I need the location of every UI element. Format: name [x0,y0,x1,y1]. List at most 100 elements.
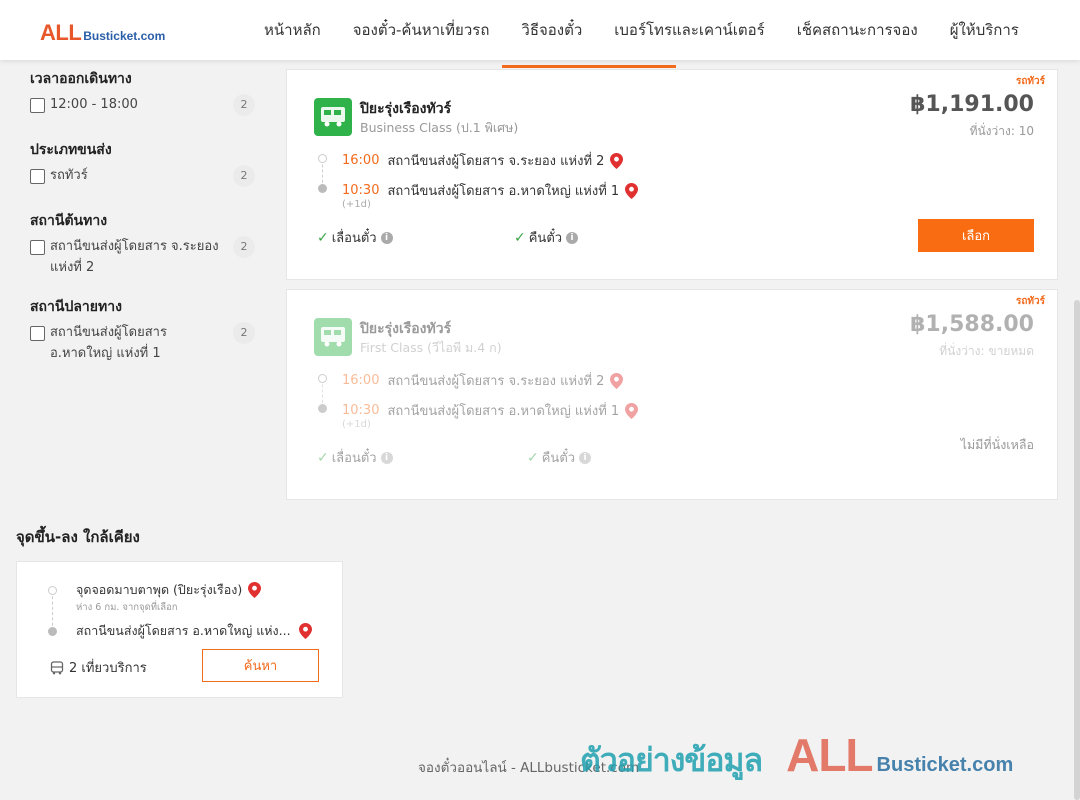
check-icon: ✓ [317,229,329,246]
site-logo[interactable]: ALL Busticket.com [40,20,165,46]
operator-logo [314,318,352,356]
footer-text: จองตั๋วออนไลน์ - ALLbusticket.com [418,760,640,776]
info-icon[interactable]: i [380,231,393,244]
filter-checkbox[interactable] [30,169,45,184]
arrival-stop: 10:30 สถานีขนส่งผู้โดยสาร อ.หาดใหญ่ แห่ง… [342,180,639,201]
logo-rest: Busticket.com [83,29,166,43]
map-pin-icon[interactable] [625,402,639,419]
transport-tag: รถทัวร์ [1015,76,1045,87]
count-badge: 2 [233,322,255,344]
filter-option-label: สถานีขนส่งผู้โดยสาร อ.หาดใหญ่ แห่งที่ 1 [50,325,167,361]
feature-label: คืนตั๋ว [541,451,576,466]
info-icon[interactable]: i [566,231,579,244]
filter-title: สถานีปลายทาง [30,299,122,315]
filter-origin-station: สถานีต้นทาง สถานีขนส่งผู้โดยสาร จ.ระยอง … [30,210,255,275]
nearby-timeline [52,591,53,631]
check-icon: ✓ [317,449,329,466]
filter-option[interactable]: สถานีขนส่งผู้โดยสาร จ.ระยอง แห่งที่ 2 2 [30,236,255,278]
filter-option-label: รถทัวร์ [50,168,88,183]
page-scrollbar[interactable] [1074,300,1080,800]
day-offset: (+1d) [342,199,371,210]
filter-checkbox[interactable] [30,326,45,341]
map-pin-icon[interactable] [248,582,262,598]
filter-title: สถานีต้นทาง [30,213,108,229]
result-card: รถทัวร์ ปิยะรุ่งเรืองทัวร์ Business Clas… [286,69,1058,280]
nearby-card: จุดจอดมาบตาพุด (ปิยะรุ่งเรือง) ห่าง 6 กม… [16,561,343,698]
feature-refund: ✓ คืนตั๋ว i [514,227,579,248]
bus-class: First Class (วีไอพี ม.4 ก) [360,340,502,355]
arrival-time: 10:30 [342,183,380,198]
nav-operators[interactable]: ผู้ให้บริการ [934,0,1035,60]
departure-stop: 16:00 สถานีขนส่งผู้โดยสาร จ.ระยอง แห่งที… [342,150,624,171]
count-badge: 2 [233,236,255,258]
feature-label: เลื่อนตั๋ว [331,451,377,466]
feature-label: คืนตั๋ว [528,231,563,246]
info-icon[interactable]: i [380,451,393,464]
map-pin-icon[interactable] [298,623,312,639]
watermark-logo-all: ALL [786,729,873,781]
arrival-station: สถานีขนส่งผู้โดยสาร อ.หาดใหญ่ แห่งที่ 1 [387,404,620,419]
origin-dot [48,586,57,595]
operator-logo [314,98,352,136]
stop-name: สถานีขนส่งผู้โดยสาร อ.หาดใหญ่ แห่ง... [76,623,291,638]
site-header: ALL Busticket.com หน้าหลัก จองตั๋ว-ค้นหา… [0,0,1080,60]
transport-tag: รถทัวร์ [1015,296,1045,307]
bus-icon [321,107,345,127]
nearby-stop-origin: จุดจอดมาบตาพุด (ปิยะรุ่งเรือง) [76,580,262,600]
nearby-stop-destination: สถานีขนส่งผู้โดยสาร อ.หาดใหญ่ แห่ง... [76,621,312,641]
filter-option[interactable]: สถานีขนส่งผู้โดยสาร อ.หาดใหญ่ แห่งที่ 1 … [30,322,255,364]
check-icon: ✓ [527,449,539,466]
filter-transport-type: ประเภทขนส่ง รถทัวร์ 2 [30,139,255,187]
map-pin-icon[interactable] [610,152,624,169]
count-badge: 2 [233,165,255,187]
info-icon[interactable]: i [579,451,592,464]
nav-home[interactable]: หน้าหลัก [248,0,337,60]
filter-checkbox[interactable] [30,98,45,113]
bus-icon [321,327,345,347]
nav-check-booking[interactable]: เช็คสถานะการจอง [781,0,934,60]
filter-destination-station: สถานีปลายทาง สถานีขนส่งผู้โดยสาร อ.หาดให… [30,296,255,361]
day-offset: (+1d) [342,419,371,430]
nearby-search-button[interactable]: ค้นหา [202,649,319,682]
sold-out-label: ไม่มีที่นั่งเหลือ [960,437,1034,452]
feature-refund: ✓ คืนตั๋ว i [527,447,592,468]
filter-option[interactable]: รถทัวร์ 2 [30,165,255,187]
seats-available: ที่นั่งว่าง: 10 [969,124,1034,138]
map-pin-icon[interactable] [625,182,639,199]
arrival-station: สถานีขนส่งผู้โดยสาร อ.หาดใหญ่ แห่งที่ 1 [387,184,620,199]
bus-icon [50,660,64,674]
departure-stop: 16:00 สถานีขนส่งผู้โดยสาร จ.ระยอง แห่งที… [342,370,624,391]
main-nav: หน้าหลัก จองตั๋ว-ค้นหาเที่ยวรถ วิธีจองตั… [248,0,1035,60]
nav-phone-counters[interactable]: เบอร์โทรและเคาน์เตอร์ [598,0,780,60]
destination-dot [48,627,57,636]
filter-option[interactable]: 12:00 - 18:00 2 [30,94,255,116]
arrival-time: 10:30 [342,403,380,418]
departure-time: 16:00 [342,373,380,388]
feature-reschedule: ✓ เลื่อนตั๋ว i [317,227,393,248]
destination-dot [318,404,327,413]
ticket-price: ฿1,588.00 [910,312,1034,337]
origin-dot [318,374,327,383]
result-card: รถทัวร์ ปิยะรุ่งเรืองทัวร์ First Class (… [286,289,1058,500]
departure-station: สถานีขนส่งผู้โดยสาร จ.ระยอง แห่งที่ 2 [387,154,605,169]
nav-book-search[interactable]: จองตั๋ว-ค้นหาเที่ยวรถ [337,0,506,60]
bus-class: Business Class (ป.1 พิเศษ) [360,120,519,135]
nearby-distance: ห่าง 6 กม. จากจุดที่เลือก [76,602,178,613]
arrival-stop: 10:30 สถานีขนส่งผู้โดยสาร อ.หาดใหญ่ แห่ง… [342,400,639,421]
destination-dot [318,184,327,193]
ticket-price: ฿1,191.00 [910,92,1034,117]
nav-how-to-book[interactable]: วิธีจองตั๋ว [505,0,598,60]
filter-departure-time: เวลาออกเดินทาง 12:00 - 18:00 2 [30,68,255,116]
nearby-section-title: จุดขึ้น-ลง ใกล้เคียง [16,528,140,546]
filter-checkbox[interactable] [30,240,45,255]
filter-title: ประเภทขนส่ง [30,142,112,158]
map-pin-icon[interactable] [610,372,624,389]
watermark-logo-rest: Busticket.com [876,754,1014,776]
operator-name: ปิยะรุ่งเรืองทัวร์ [360,101,452,117]
trip-count-label: 2 เที่ยวบริการ [69,661,147,676]
select-trip-button[interactable]: เลือก [918,219,1034,252]
filter-option-label: สถานีขนส่งผู้โดยสาร จ.ระยอง แห่งที่ 2 [50,239,219,275]
logo-all: ALL [40,20,82,45]
departure-station: สถานีขนส่งผู้โดยสาร จ.ระยอง แห่งที่ 2 [387,374,605,389]
count-badge: 2 [233,94,255,116]
